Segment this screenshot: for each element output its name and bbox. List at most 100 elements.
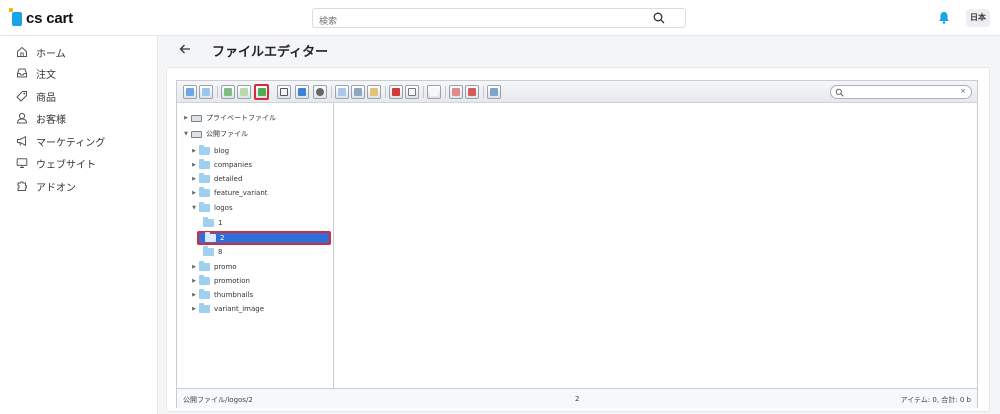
folder-icon: [199, 187, 210, 197]
upload-button[interactable]: [254, 84, 269, 100]
tree-node-folder[interactable]: ▶ feature_variant: [191, 187, 268, 199]
drive-icon: [191, 130, 202, 138]
tree-node-private-files[interactable]: ▶ プライベートファイル: [183, 112, 276, 124]
toolbar-divider: [423, 86, 424, 98]
archive-button[interactable]: [465, 85, 479, 99]
rename-icon: [408, 88, 416, 96]
chevron-down-icon[interactable]: ▼: [183, 131, 189, 137]
sidebar-item-label: ウェブサイト: [36, 159, 96, 171]
language-switcher[interactable]: 日本: [966, 9, 990, 27]
view-list-button[interactable]: [487, 85, 501, 99]
user-icon: [16, 112, 28, 124]
sidebar-item-home[interactable]: ホーム: [16, 44, 66, 60]
tree-node-folder[interactable]: ▼ logos: [191, 202, 233, 214]
toolbar-divider: [217, 86, 218, 98]
logo-icon: [9, 7, 22, 26]
chevron-right-icon[interactable]: ▶: [191, 148, 197, 154]
reload-button[interactable]: [221, 85, 235, 99]
tree-node-folder[interactable]: ▶ detailed: [191, 173, 242, 185]
file-manager: × ▶ プライベートファイル ▼ 公開ファイル ▶ blog ▶ compani…: [176, 80, 978, 408]
chevron-right-icon[interactable]: ▶: [183, 115, 189, 121]
tree-node-folder[interactable]: ▶ variant_image: [191, 303, 264, 315]
tree-node-folder[interactable]: 8: [203, 246, 222, 258]
tag-icon: [16, 91, 27, 102]
info-button[interactable]: [295, 85, 309, 99]
chevron-right-icon[interactable]: ▶: [191, 292, 197, 298]
chevron-right-icon[interactable]: ▶: [191, 190, 197, 196]
chevron-right-icon[interactable]: ▶: [191, 162, 197, 168]
cut-button[interactable]: [351, 85, 365, 99]
sidebar-item-products[interactable]: 商品: [16, 88, 56, 104]
logo[interactable]: cs cart: [9, 7, 73, 27]
sidebar-item-label: マーケティング: [36, 137, 106, 149]
edit-button[interactable]: [427, 85, 441, 99]
status-summary: アイテム: 0, 合計: 0 b: [900, 396, 972, 404]
sidebar-item-label: 注文: [36, 69, 56, 81]
chevron-right-icon[interactable]: ▶: [191, 278, 197, 284]
puzzle-icon: [17, 181, 28, 191]
folder-tree: ▶ プライベートファイル ▼ 公開ファイル ▶ blog ▶ companies…: [177, 103, 334, 388]
paste-button[interactable]: [367, 85, 381, 99]
logo-text: cs cart: [26, 10, 73, 27]
paste-icon: [370, 88, 378, 96]
search-icon[interactable]: [653, 12, 665, 24]
sidebar-item-website[interactable]: ウェブサイト: [16, 155, 96, 171]
rename-button[interactable]: [405, 85, 419, 99]
new-file-button[interactable]: [237, 85, 251, 99]
tree-node-folder[interactable]: ▶ companies: [191, 159, 252, 171]
upload-icon: [258, 88, 266, 96]
folder-icon: [199, 145, 210, 155]
chevron-down-icon[interactable]: ▼: [191, 205, 197, 211]
tree-node-folder[interactable]: ▶ blog: [191, 145, 229, 157]
status-selected-name: 2: [575, 395, 580, 403]
status-bar: 公開ファイル/logos/2 2 アイテム: 0, 合計: 0 b: [177, 388, 977, 408]
sidebar: ホーム 注文 商品 お客様 マーケティング ウェブサイト アドオン: [0, 36, 158, 414]
arrow-left-icon: [186, 88, 194, 96]
chevron-right-icon[interactable]: ▶: [191, 264, 197, 270]
tree-node-public-files[interactable]: ▼ 公開ファイル: [183, 128, 248, 140]
clear-search-button[interactable]: ×: [960, 87, 966, 95]
file-search[interactable]: ×: [830, 85, 972, 99]
archive-icon: [468, 88, 476, 96]
scissors-icon: [354, 88, 362, 96]
delete-button[interactable]: [389, 85, 403, 99]
tree-node-folder[interactable]: ▶ promo: [191, 261, 237, 273]
sidebar-item-label: アドオン: [36, 182, 76, 194]
chevron-right-icon[interactable]: ▶: [191, 306, 197, 312]
copy-button[interactable]: [335, 85, 349, 99]
sidebar-item-orders[interactable]: 注文: [16, 65, 56, 81]
status-path: 公開ファイル/logos/2: [183, 396, 253, 404]
file-search-input[interactable]: [845, 87, 955, 97]
drive-icon: [191, 114, 202, 122]
search-input[interactable]: [313, 13, 653, 31]
copy-icon: [338, 88, 346, 96]
tree-node-folder[interactable]: 1: [203, 217, 222, 229]
top-bar: cs cart 日本: [0, 0, 1000, 36]
folder-icon: [199, 289, 210, 299]
eye-icon: [316, 88, 324, 96]
inbox-icon: [17, 68, 27, 78]
global-search[interactable]: [312, 8, 686, 31]
bell-icon[interactable]: [938, 11, 950, 24]
home-icon: [17, 46, 27, 57]
back-button[interactable]: [183, 85, 197, 99]
sidebar-item-customers[interactable]: お客様: [16, 110, 66, 126]
preview-button[interactable]: [313, 85, 327, 99]
floppy-icon: [280, 88, 288, 96]
tree-node-folder[interactable]: ▶ thumbnails: [191, 289, 253, 301]
sidebar-item-addons[interactable]: アドオン: [16, 178, 76, 194]
chevron-right-icon[interactable]: ▶: [191, 176, 197, 182]
extract-button[interactable]: [449, 85, 463, 99]
delete-icon: [392, 88, 400, 96]
folder-icon: [199, 173, 210, 183]
arrow-right-icon: [202, 88, 210, 96]
sidebar-item-marketing[interactable]: マーケティング: [16, 133, 105, 149]
tree-node-folder[interactable]: ▶ promotion: [191, 275, 250, 287]
folder-icon: [199, 202, 210, 212]
edit-icon: [430, 88, 438, 96]
back-arrow-icon[interactable]: [178, 42, 192, 56]
tree-node-selected-folder[interactable]: 2: [197, 231, 331, 245]
megaphone-icon: [17, 135, 26, 147]
forward-button[interactable]: [199, 85, 213, 99]
save-button[interactable]: [277, 85, 291, 99]
